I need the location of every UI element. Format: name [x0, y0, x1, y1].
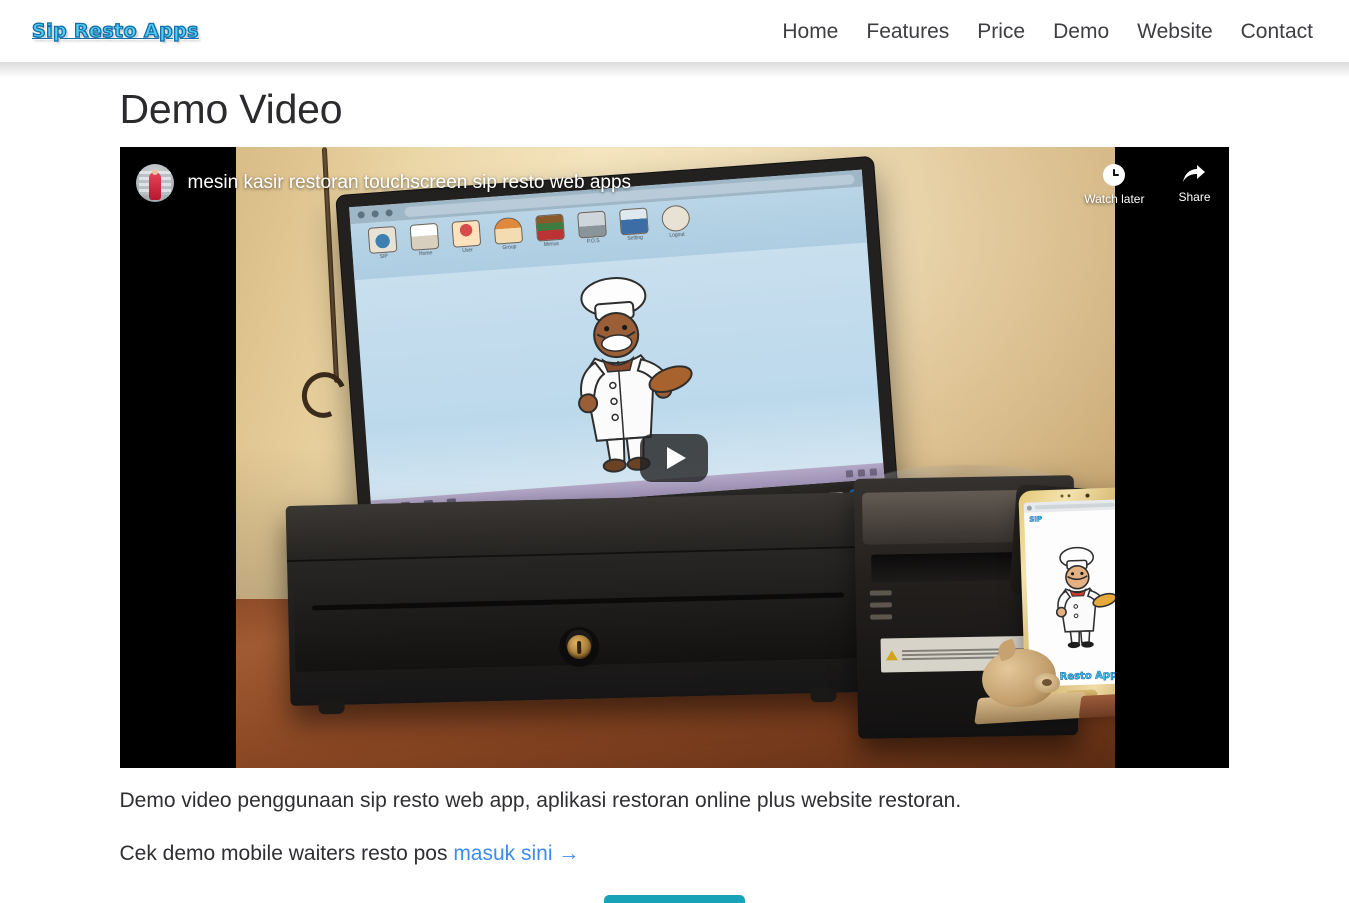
- browser-reload-icon: [384, 209, 393, 217]
- pos-icon-label: Logout: [668, 231, 685, 239]
- main-navigation: Home Features Price Demo Website Contact: [768, 21, 1313, 42]
- pos-icon-label: Home: [418, 250, 433, 258]
- tray-icon: [845, 469, 853, 478]
- avatar-figure: [148, 172, 161, 200]
- pos-icon-user: User: [450, 219, 482, 255]
- pos-icon-setting: Setting: [617, 207, 649, 242]
- page-content: Demo Video SIP Home User Group Menus P.O…: [0, 62, 1349, 903]
- nav-link-website[interactable]: Website: [1123, 21, 1226, 42]
- menus-icon: [534, 213, 565, 242]
- play-button[interactable]: [640, 433, 708, 482]
- pos-icon-sip: SIP: [366, 225, 398, 261]
- pos-icon-group: Group: [492, 216, 524, 252]
- channel-avatar[interactable]: [135, 164, 174, 202]
- clock-icon: [1103, 164, 1126, 186]
- printer-button: [869, 590, 892, 596]
- mobile-demo-text: Cek demo mobile waiters resto pos: [119, 842, 454, 866]
- content-container: Demo Video SIP Home User Group Menus P.O…: [119, 62, 1230, 903]
- phone-camera-icon: [1058, 493, 1090, 498]
- taskbar-tray: [845, 467, 877, 478]
- chef-mascot-illustration: [354, 245, 883, 500]
- share-icon: [1182, 164, 1206, 184]
- nav-link-price[interactable]: Price: [963, 21, 1039, 42]
- pos-icon-label: User: [461, 247, 473, 255]
- video-title[interactable]: mesin kasir restoran touchscreen sip res…: [188, 172, 632, 194]
- pos-icon-home: Home: [408, 222, 440, 258]
- masuk-sini-link[interactable]: masuk sini →: [453, 842, 579, 865]
- warning-icon: [885, 650, 898, 661]
- pos-icon-label: Menus: [543, 241, 559, 249]
- phone-back-icon: [1026, 505, 1032, 511]
- video-overlay-actions: Watch later Share: [1084, 160, 1211, 206]
- mobile-demo-line: Cek demo mobile waiters resto pos masuk …: [120, 815, 1230, 868]
- play-icon: [667, 446, 686, 469]
- tray-icon: [869, 467, 877, 476]
- logout-icon: [660, 204, 691, 233]
- cash-drawer-foot: [317, 699, 345, 715]
- video-description: Demo video penggunaan sip resto web app,…: [119, 789, 962, 812]
- cash-register-icon: [576, 210, 607, 239]
- cta-row: Cek Website: [120, 869, 1230, 903]
- nav-link-contact[interactable]: Contact: [1227, 21, 1313, 42]
- pos-icon-label: Setting: [626, 234, 643, 242]
- page-title: Demo Video: [119, 86, 343, 132]
- site-header: Sip Resto Apps Home Features Price Demo …: [0, 0, 1349, 78]
- scene-cash-drawer: [285, 491, 870, 715]
- scene-piggy-figurine: [973, 638, 1115, 725]
- cash-drawer-foot: [809, 687, 837, 703]
- phone-url-field: [1034, 502, 1115, 510]
- brand-logo[interactable]: Sip Resto Apps: [24, 20, 199, 40]
- sip-icon: [367, 225, 397, 254]
- pos-icon-label: SIP: [379, 253, 388, 261]
- printer-button: [869, 602, 892, 608]
- video-player[interactable]: SIP Home User Group Menus P.O.S Setting …: [119, 147, 1229, 768]
- piggy-brick: [1078, 693, 1115, 719]
- pos-icon-menus: Menus: [534, 213, 566, 249]
- cash-drawer-face: [292, 562, 864, 672]
- browser-back-icon: [356, 211, 365, 219]
- watch-later-label: Watch later: [1084, 192, 1145, 206]
- browser-forward-icon: [370, 210, 379, 218]
- nav-link-features[interactable]: Features: [852, 21, 963, 42]
- share-button[interactable]: Share: [1178, 164, 1211, 204]
- tray-icon: [857, 468, 865, 477]
- monitor-screen: SIP Home User Group Menus P.O.S Setting …: [348, 169, 884, 517]
- nav-link-demo[interactable]: Demo: [1039, 21, 1123, 42]
- avatar-head: [151, 169, 158, 175]
- home-icon: [409, 222, 439, 251]
- pos-icon-label: P.O.S: [586, 238, 600, 245]
- pos-icon-logout: Logout: [659, 204, 691, 239]
- nav-link-home[interactable]: Home: [768, 21, 852, 42]
- cash-drawer-slot: [311, 592, 844, 611]
- cash-drawer-keyhole-icon: [558, 626, 600, 668]
- watch-later-button[interactable]: Watch later: [1084, 164, 1144, 206]
- chef-icon: [1055, 546, 1115, 648]
- share-label: Share: [1178, 190, 1211, 204]
- piggy-snout: [1033, 673, 1060, 693]
- group-icon: [492, 216, 523, 245]
- cek-website-button[interactable]: Cek Website: [604, 894, 745, 903]
- setting-icon: [618, 207, 649, 236]
- user-icon: [450, 219, 481, 248]
- pos-icon-pos: P.O.S: [576, 210, 608, 245]
- pos-icon-label: Group: [501, 244, 517, 252]
- printer-button: [869, 614, 892, 620]
